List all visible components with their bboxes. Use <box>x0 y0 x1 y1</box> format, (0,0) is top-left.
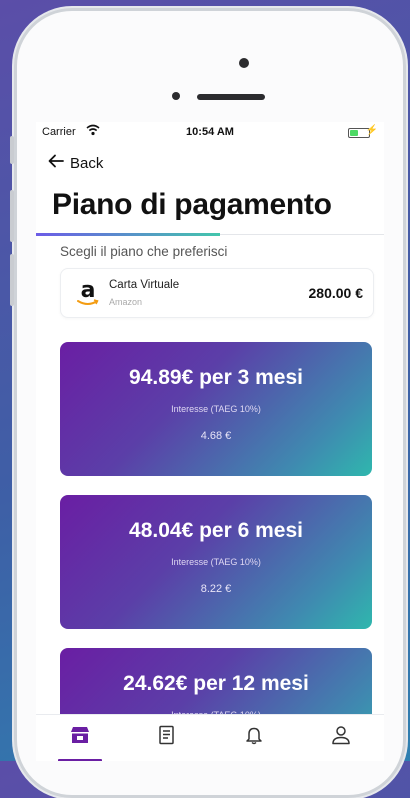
tab-receipts[interactable] <box>123 715 210 761</box>
app-screen: Carrier 10:54 AM ⚡ Back Piano di pagamen… <box>36 122 384 761</box>
plan-rate-label: Interesse (TAEG 10%) <box>171 404 261 414</box>
bottom-tab-bar <box>36 714 384 761</box>
product-card: a Carta Virtuale Amazon 280.00 € <box>60 268 374 318</box>
tab-profile[interactable] <box>297 715 384 761</box>
tab-notifications[interactable] <box>210 715 297 761</box>
clock: 10:54 AM <box>186 126 234 138</box>
mute-switch <box>10 136 14 164</box>
status-bar: Carrier 10:54 AM ⚡ <box>36 122 384 142</box>
back-label: Back <box>70 154 104 172</box>
front-camera <box>239 58 249 68</box>
plan-rate-label: Interesse (TAEG 10%) <box>171 557 261 567</box>
page-title: Piano di pagamento <box>52 188 332 221</box>
plan-installment: 24.62€ per 12 mesi <box>123 672 309 695</box>
product-name: Carta Virtuale <box>109 279 180 291</box>
arrow-left-icon <box>48 154 64 172</box>
receipt-icon <box>158 725 176 750</box>
charging-icon: ⚡ <box>365 125 378 136</box>
tab-store[interactable] <box>36 715 123 761</box>
store-icon <box>69 725 91 750</box>
plan-card-3-months[interactable]: 94.89€ per 3 mesi Interesse (TAEG 10%) 4… <box>60 342 372 476</box>
page-subtitle: Scegli il piano che preferisci <box>60 244 228 259</box>
plan-installment: 48.04€ per 6 mesi <box>129 519 303 542</box>
amazon-logo-icon: a <box>75 279 101 307</box>
earpiece-speaker <box>197 94 265 100</box>
plan-card-6-months[interactable]: 48.04€ per 6 mesi Interesse (TAEG 10%) 8… <box>60 495 372 629</box>
plan-interest: 8.22 € <box>200 583 232 595</box>
volume-up-button <box>10 190 14 242</box>
product-price: 280.00 € <box>308 285 364 301</box>
back-button[interactable]: Back <box>48 154 103 172</box>
title-underline <box>36 233 384 236</box>
plan-interest: 4.68 € <box>200 430 232 442</box>
user-icon <box>331 725 351 750</box>
bell-icon <box>245 725 263 750</box>
product-merchant: Amazon <box>109 297 143 307</box>
volume-down-button <box>10 254 14 306</box>
proximity-sensor <box>172 92 180 100</box>
plan-installment: 94.89€ per 3 mesi <box>129 366 303 389</box>
